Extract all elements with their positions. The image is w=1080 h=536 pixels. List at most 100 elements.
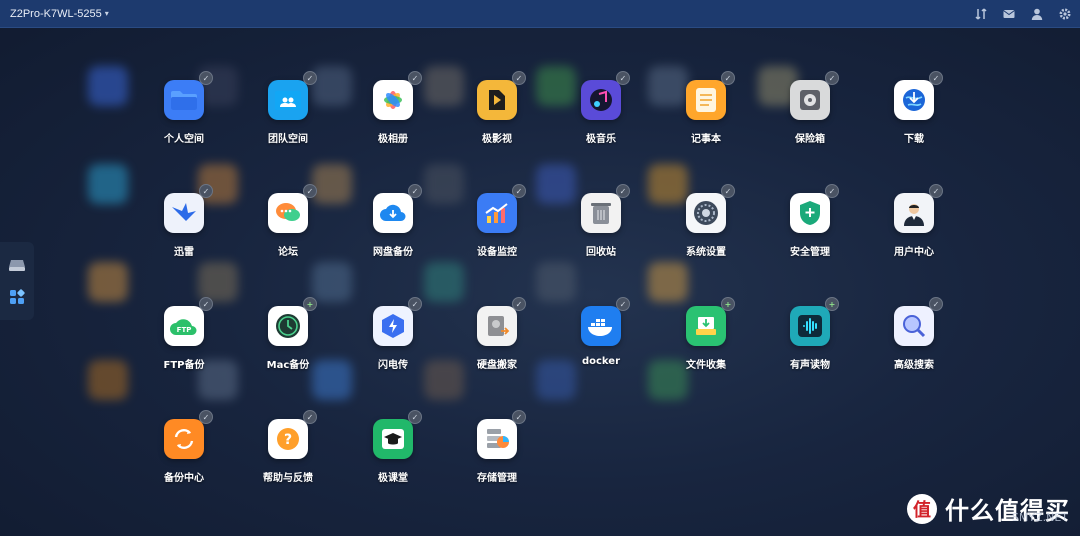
app-label: 安全管理 xyxy=(790,247,830,258)
svg-text:FTP: FTP xyxy=(177,326,192,334)
advanced-search-icon[interactable]: ✓ xyxy=(894,297,943,346)
app-tile[interactable]: ✓ 闪电传 xyxy=(341,297,445,398)
app-tile[interactable]: ✓ 存储管理 xyxy=(445,410,549,511)
device-name: Z2Pro-K7WL-5255 xyxy=(10,7,102,20)
installed-check-badge-icon: ✓ xyxy=(929,71,943,85)
app-tile[interactable]: ✓ 网盘备份 xyxy=(341,184,445,285)
transfer-icon[interactable] xyxy=(972,5,990,23)
top-bar: Z2Pro-K7WL-5255 ▾ xyxy=(0,0,1080,28)
app-tile[interactable]: ✓ 极相册 xyxy=(341,71,445,172)
docker-icon[interactable]: ✓ xyxy=(581,297,630,346)
time-machine-icon[interactable]: + xyxy=(268,297,317,346)
photos-icon[interactable]: ✓ xyxy=(373,71,422,120)
app-tile[interactable]: ✓ 迅雷 xyxy=(132,184,236,285)
classroom-icon[interactable]: ✓ xyxy=(373,410,422,459)
app-tile[interactable]: ✓ 用户中心 xyxy=(862,184,966,285)
audiobook-icon[interactable]: + xyxy=(790,297,839,346)
file-collect-icon[interactable]: + xyxy=(686,297,735,346)
app-tile[interactable]: ✓ 安全管理 xyxy=(758,184,862,285)
app-label: 网盘备份 xyxy=(373,247,413,258)
flash-transfer-icon[interactable]: ✓ xyxy=(373,297,422,346)
installed-check-badge-icon: ✓ xyxy=(199,410,213,424)
thunder-icon[interactable]: ✓ xyxy=(164,184,213,233)
app-tile[interactable]: ✓ 极影视 xyxy=(445,71,549,172)
cloud-backup-icon[interactable]: ✓ xyxy=(373,184,422,233)
app-label: 备份中心 xyxy=(164,473,204,484)
chevron-down-icon: ▾ xyxy=(104,9,109,18)
installed-check-badge-icon: ✓ xyxy=(303,410,317,424)
drive-icon[interactable] xyxy=(6,254,28,276)
device-selector[interactable]: Z2Pro-K7WL-5255 ▾ xyxy=(10,8,109,20)
app-label: Mac备份 xyxy=(266,360,310,371)
installed-check-badge-icon: ✓ xyxy=(408,297,422,311)
app-label: 迅雷 xyxy=(174,247,194,258)
app-tile[interactable]: ✓ 硬盘搬家 xyxy=(445,297,549,398)
app-label: docker xyxy=(581,356,621,367)
user-icon[interactable] xyxy=(1028,5,1046,23)
installed-check-badge-icon: ✓ xyxy=(199,184,213,198)
ftp-cloud-icon[interactable]: FTP ✓ xyxy=(164,297,213,346)
team-folder-icon[interactable]: ✓ xyxy=(268,71,317,120)
backup-center-icon[interactable]: ✓ xyxy=(164,410,213,459)
app-tile[interactable]: ✓ docker xyxy=(549,297,653,398)
app-tile[interactable]: ? ✓ 帮助与反馈 xyxy=(236,410,340,511)
app-label: 极课堂 xyxy=(378,473,408,484)
installed-check-badge-icon: ✓ xyxy=(408,410,422,424)
app-tile[interactable]: ✓ 团队空间 xyxy=(236,71,340,172)
forum-icon[interactable]: ✓ xyxy=(268,184,317,233)
app-label: 存储管理 xyxy=(477,473,517,484)
installed-check-badge-icon: ✓ xyxy=(721,71,735,85)
app-tile[interactable]: ✓ 高级搜索 xyxy=(862,297,966,398)
app-tile[interactable]: ✓ 设备监控 xyxy=(445,184,549,285)
app-label: 帮助与反馈 xyxy=(263,473,313,484)
app-label: 个人空间 xyxy=(164,134,204,145)
folder-icon[interactable]: ✓ xyxy=(164,71,213,120)
notes-icon[interactable]: ✓ xyxy=(686,71,735,120)
installed-check-badge-icon: ✓ xyxy=(512,297,526,311)
app-label: 设备监控 xyxy=(477,247,517,258)
download-globe-icon[interactable]: ✓ xyxy=(894,71,943,120)
shield-icon[interactable]: ✓ xyxy=(790,184,839,233)
app-tile[interactable]: ✓ 系统设置 xyxy=(654,184,758,285)
app-tile[interactable]: ✓ 记事本 xyxy=(654,71,758,172)
mail-icon[interactable] xyxy=(1000,5,1018,23)
gear-icon[interactable] xyxy=(1056,5,1074,23)
settings-dial-icon[interactable]: ✓ xyxy=(686,184,735,233)
installed-check-badge-icon: ✓ xyxy=(929,297,943,311)
app-tile[interactable]: ✓ 备份中心 xyxy=(132,410,236,511)
app-label: 团队空间 xyxy=(268,134,308,145)
app-tile[interactable]: ✓ 回收站 xyxy=(549,184,653,285)
app-tile[interactable]: + 文件收集 xyxy=(654,297,758,398)
watermark-logo-icon: 值 xyxy=(907,493,937,524)
app-tile[interactable]: + 有声读物 xyxy=(758,297,862,398)
app-tile[interactable]: + Mac备份 xyxy=(236,297,340,398)
help-icon[interactable]: ? ✓ xyxy=(268,410,317,459)
installed-check-badge-icon: ✓ xyxy=(303,184,317,198)
app-tile[interactable]: ✓ 极课堂 xyxy=(341,410,445,511)
svg-text:?: ? xyxy=(284,432,292,448)
trash-icon[interactable]: ✓ xyxy=(581,184,630,233)
user-center-icon[interactable]: ✓ xyxy=(894,184,943,233)
app-label: 保险箱 xyxy=(795,134,825,145)
app-tile[interactable]: ✓ 论坛 xyxy=(236,184,340,285)
app-tile[interactable]: ✓ 下载 xyxy=(862,71,966,172)
app-tile[interactable]: ✓ 保险箱 xyxy=(758,71,862,172)
installed-check-badge-icon: ✓ xyxy=(616,71,630,85)
app-label: 有声读物 xyxy=(790,360,830,371)
app-label: 论坛 xyxy=(278,247,298,258)
app-tile[interactable]: FTP ✓ FTP备份 xyxy=(132,297,236,398)
video-icon[interactable]: ✓ xyxy=(477,71,526,120)
installed-check-badge-icon: ✓ xyxy=(199,71,213,85)
app-label: 极影视 xyxy=(482,134,512,145)
installed-check-badge-icon: ✓ xyxy=(512,410,526,424)
safe-icon[interactable]: ✓ xyxy=(790,71,839,120)
music-icon[interactable]: ✓ xyxy=(581,71,630,120)
app-tile[interactable]: ✓ 个人空间 xyxy=(132,71,236,172)
side-dock xyxy=(0,242,34,320)
app-tile[interactable]: ✓ 极音乐 xyxy=(549,71,653,172)
monitor-chart-icon[interactable]: ✓ xyxy=(477,184,526,233)
storage-icon[interactable]: ✓ xyxy=(477,410,526,459)
watermark-site: SMYZ.NET xyxy=(1011,511,1068,524)
disk-move-icon[interactable]: ✓ xyxy=(477,297,526,346)
apps-grid-icon[interactable] xyxy=(6,286,28,308)
